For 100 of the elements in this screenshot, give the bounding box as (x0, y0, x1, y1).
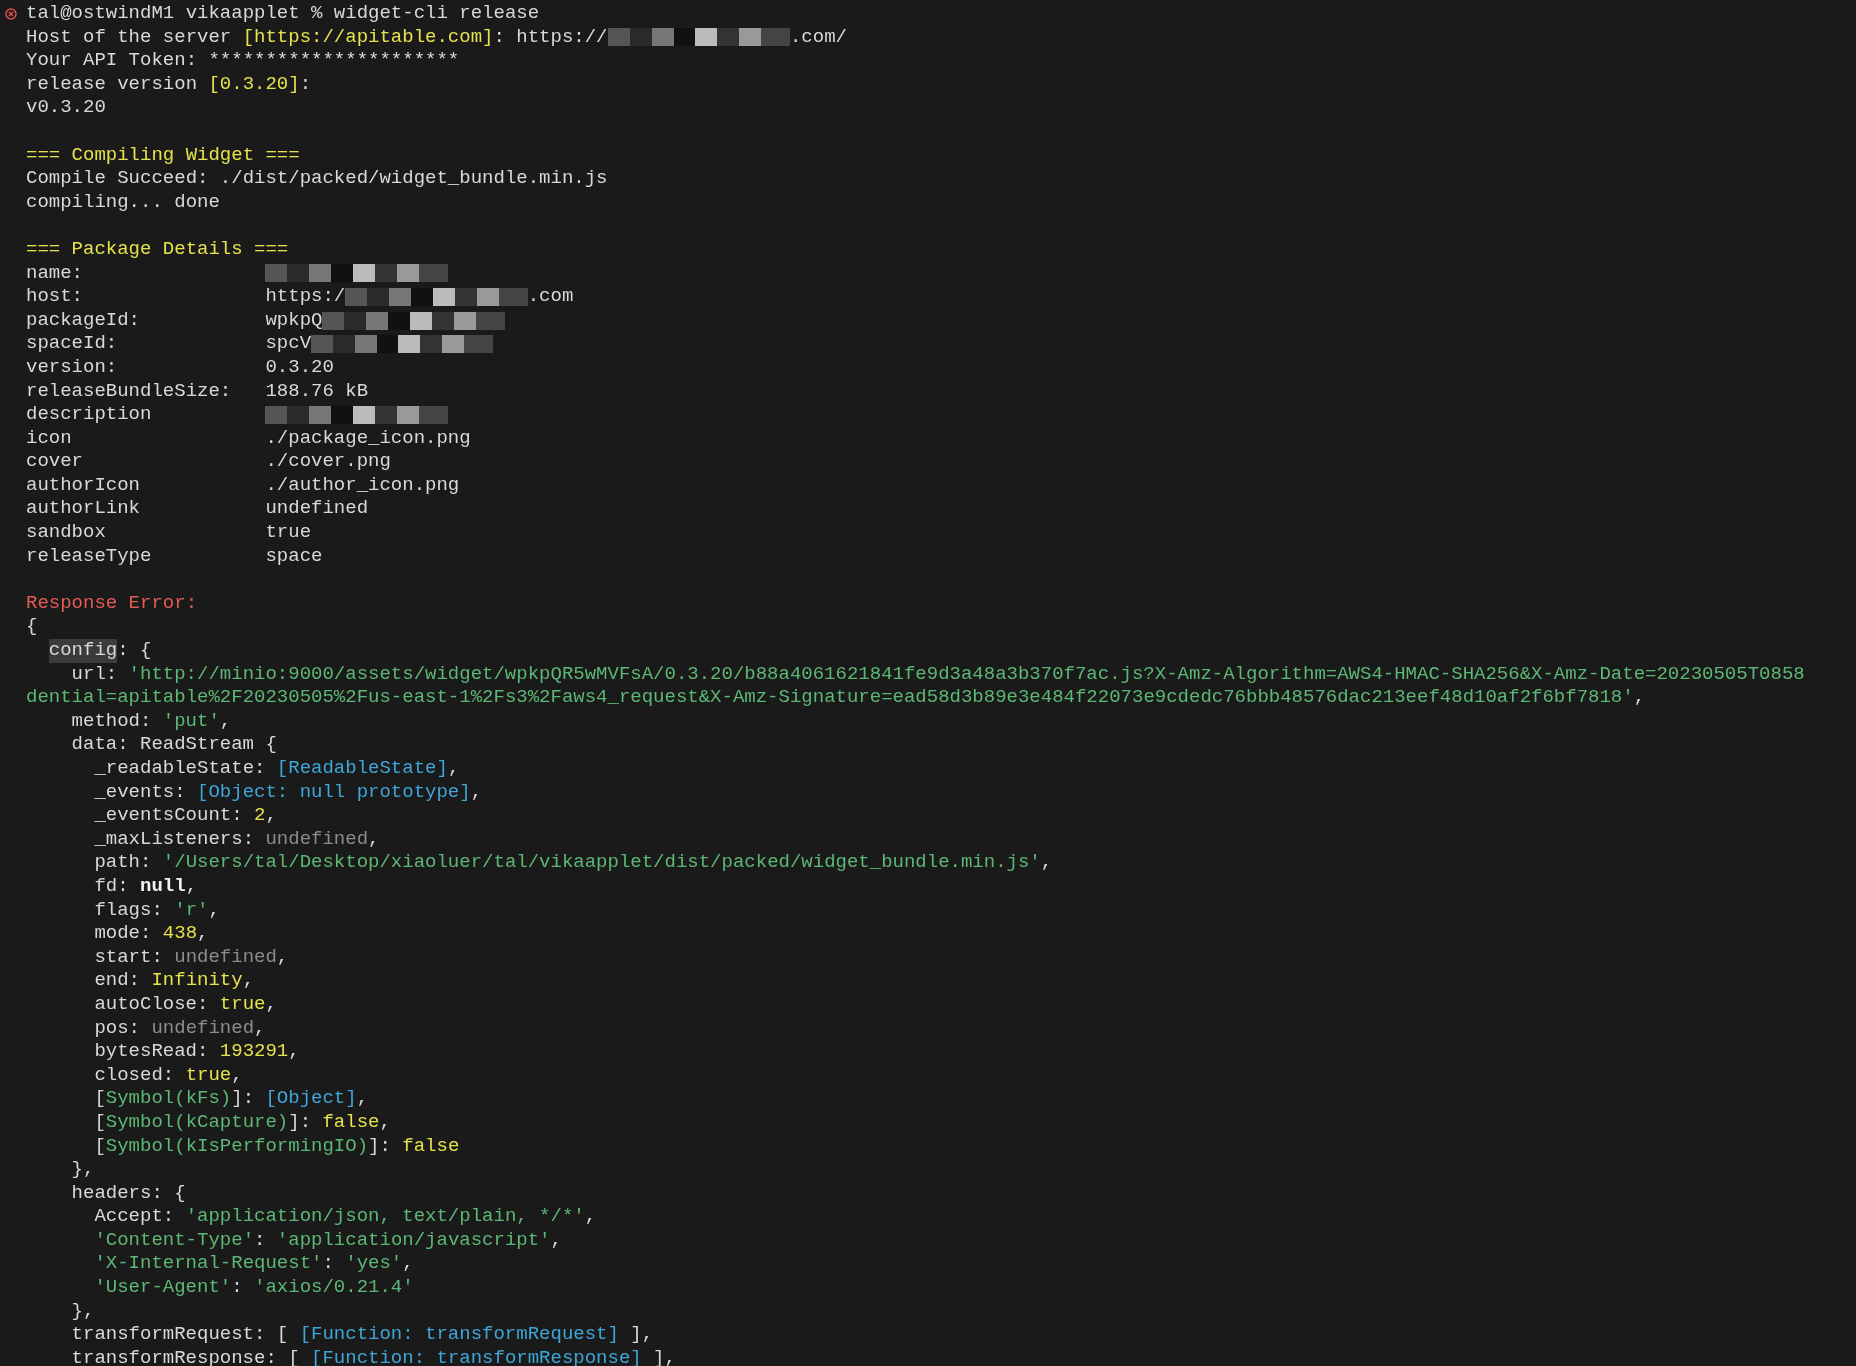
string-text: '/Users/tal/Desktop/xiaoluer/tal/vikaapplet/dist/packed/widget_bundle.min.js' (162, 851, 1041, 875)
output-text: ./cover.png (265, 450, 391, 474)
output-text: [ (94, 1110, 106, 1135)
output-text: wpkpQ (265, 308, 323, 333)
output-text: : { (117, 639, 152, 663)
value-text: === Package Details === (26, 237, 289, 262)
output-text: autoClose: (94, 992, 210, 1017)
output-text: transformRequest: [ (71, 1323, 290, 1347)
output-text: https:/ (265, 285, 346, 309)
output-text: _eventsCount: (94, 804, 244, 828)
output-text: , (470, 780, 483, 805)
output-text: url: (71, 662, 119, 687)
output-text: undefined (265, 497, 369, 522)
output-text: releaseType (26, 544, 153, 569)
output-text: Accept: (94, 1205, 176, 1229)
string-text: 'User-Agent' (94, 1276, 232, 1300)
output-text: true (265, 521, 312, 545)
output-text: v0.3.20 (26, 96, 106, 120)
output-text: , (402, 1252, 414, 1277)
output-text: , (242, 969, 255, 993)
output-text: , (368, 827, 380, 852)
output-text: pos: (94, 1016, 141, 1041)
output-text: spaceId: (26, 332, 119, 356)
output-text: bytesRead: (94, 1040, 210, 1064)
output-text: : (231, 1276, 244, 1300)
null-text: null (140, 874, 186, 899)
output-text: }, (71, 1158, 95, 1182)
object-text: [ReadableState] (276, 757, 448, 781)
output-text: .com (527, 285, 574, 309)
string-text: 'put' (162, 709, 220, 734)
output-text: , (265, 804, 277, 828)
output-text: : (299, 72, 312, 97)
output-text: ]: (288, 1110, 313, 1135)
output-text: , (265, 992, 277, 1017)
output-text: _maxListeners: (94, 827, 256, 852)
output-text: name: (26, 261, 84, 286)
output-text: 0.3.20 (265, 355, 334, 380)
output-text: end: (94, 969, 141, 993)
output-text: sandbox (26, 521, 107, 545)
undefined-text: undefined (265, 827, 369, 852)
string-text: 'http://minio:9000/assets/widget/wpkpQR5wMVFsA/0.3.20/b88a4061621841fe9d3a48a3b370f7ac.js?X-Amz-Algorithm=AWS4-HMAC-SHA256&X-Amz-Date=20230505T0858 (128, 662, 1805, 687)
output-text: ./package_icon.png (265, 426, 471, 451)
output-text: , (1040, 851, 1053, 875)
output-text: host: (26, 285, 84, 309)
output-text: 188.76 kB (265, 379, 369, 404)
output-text: authorIcon (26, 473, 142, 498)
output-text: ./author_icon.png (265, 473, 460, 498)
output-text: method: (71, 709, 153, 734)
output-text: [ (94, 1134, 106, 1159)
value-text: true (185, 1063, 232, 1088)
error-icon (5, 7, 17, 20)
output-text: spcV (265, 332, 312, 356)
output-text: flags: (94, 898, 164, 923)
object-text: [Object] (265, 1087, 357, 1111)
output-text: closed: (94, 1063, 176, 1088)
string-text: 'application/javascript' (276, 1228, 551, 1253)
output-text: description (26, 403, 153, 427)
object-text: [Object: null prototype] (197, 780, 471, 805)
output-text: }, (71, 1299, 95, 1324)
output-text: _readableState: (94, 757, 267, 781)
undefined-text: undefined (151, 1016, 255, 1041)
output-text: , (1633, 686, 1646, 710)
output-text: start: (94, 945, 164, 970)
output-text: , (254, 1016, 266, 1041)
object-text: [Function: transformResponse] (311, 1346, 642, 1366)
string-text: 'Content-Type' (94, 1228, 255, 1253)
value-text: 193291 (219, 1040, 289, 1064)
output-text: : https:// (493, 25, 608, 50)
output-text: tal@ostwindM1 vikaapplet % widget-cli release (26, 2, 540, 26)
output-text: , (584, 1205, 597, 1229)
output-text: icon (26, 426, 73, 451)
value-text: 2 (254, 804, 266, 828)
output-text: releaseBundleSize: (26, 379, 233, 404)
string-text: 'application/json, text/plain, */*' (185, 1205, 585, 1229)
output-text: path: (94, 851, 153, 875)
output-text: authorLink (26, 497, 142, 522)
value-text: false (402, 1134, 460, 1159)
string-text: 'axios/0.21.4' (254, 1276, 414, 1300)
value-text: 438 (162, 922, 198, 946)
output-text: ]: (368, 1134, 392, 1159)
value-text: [https://apitable.com] (242, 25, 494, 50)
value-text: true (219, 992, 266, 1017)
output-text: : (254, 1228, 267, 1253)
output-text: space (265, 544, 323, 569)
string-text: 'X-Internal-Request' (94, 1252, 323, 1277)
output-text: Compile Succeed: ./dist/packed/widget_bundle.min.js (26, 167, 608, 191)
output-text: packageId: (26, 308, 142, 333)
output-text: mode: (94, 922, 153, 946)
output-text: .com/ (789, 25, 847, 50)
output-text: fd: (94, 874, 130, 899)
string-text: 'r' (174, 898, 209, 923)
output-text: , (185, 874, 198, 899)
output-text: , (379, 1110, 391, 1135)
output-text: compiling... done (26, 190, 220, 215)
string-text: dential=apitable%2F20230505%2Fus-east-1%2Fs3%2Faws4_request&X-Amz-Signature=ead58d3b89e3e484f22073e9cdedc76bbb48576dac213eef48d10af2f6bf7818' (26, 686, 1634, 710)
output-text: : (322, 1252, 335, 1277)
output-text: , (550, 1228, 562, 1253)
output-text: , (208, 898, 220, 923)
value-text: [0.3.20] (208, 72, 300, 97)
object-text: [Function: transformRequest] (299, 1323, 619, 1347)
